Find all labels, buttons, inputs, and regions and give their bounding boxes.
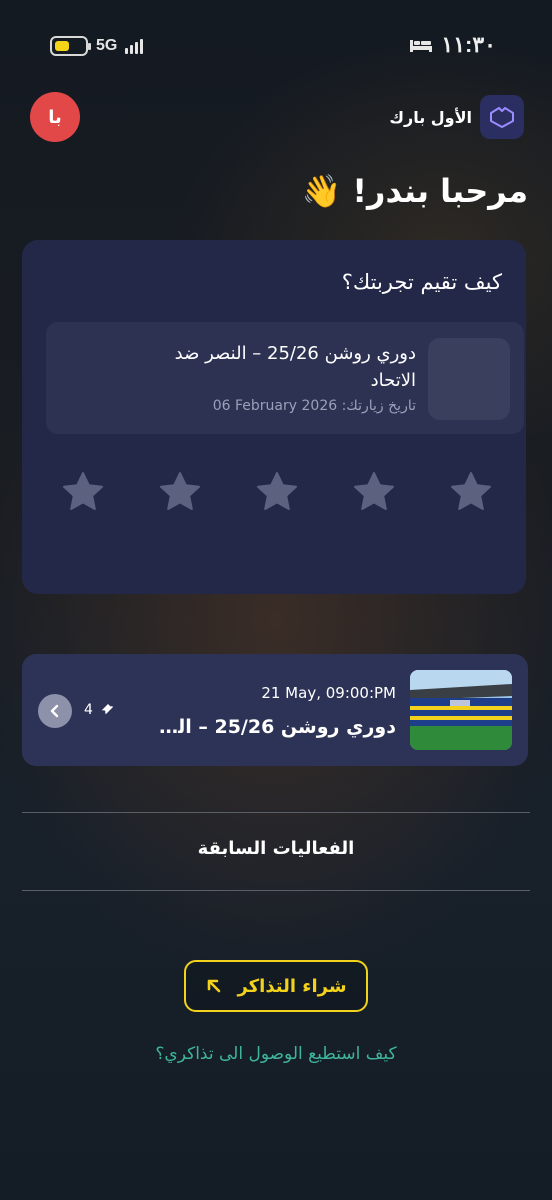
past-events-link[interactable]: الفعاليات السابقة <box>0 838 552 859</box>
arrow-up-left-icon <box>208 979 221 993</box>
star-rating <box>58 468 496 516</box>
star-icon[interactable] <box>446 468 496 516</box>
buy-tickets-button[interactable]: شراء التذاكر <box>184 960 368 1012</box>
ticket-count: 4 <box>84 702 115 718</box>
ticket-count-value: 4 <box>84 702 93 718</box>
event-datetime: 21 May, 09:00:PM <box>261 684 396 702</box>
status-bar: 5G ١١:٣٠ <box>0 0 552 92</box>
visit-title: دوري روشن 25/26 – النصر ضد الاتحاد <box>174 343 416 391</box>
ticket-icon <box>100 704 113 714</box>
signal-icon <box>125 38 144 54</box>
event-card[interactable]: 21 May, 09:00:PM دوري روشن 25/26 – الذ..… <box>22 654 528 766</box>
rating-question: كيف تقيم تجربتك؟ <box>341 270 502 294</box>
help-link[interactable]: كيف استطيع الوصول الى تذاكري؟ <box>0 1044 552 1064</box>
brand-logo-icon <box>480 95 524 139</box>
star-icon[interactable] <box>155 468 205 516</box>
visit-date-value: 06 February 2026 <box>212 398 338 414</box>
star-icon[interactable] <box>349 468 399 516</box>
brand: الأول بارك <box>389 95 524 139</box>
status-left: 5G <box>50 36 144 56</box>
star-icon[interactable] <box>58 468 108 516</box>
event-thumbnail <box>410 670 512 750</box>
bed-icon <box>410 40 433 52</box>
avatar[interactable]: با <box>30 92 80 142</box>
event-title: دوري روشن 25/26 – الذ... <box>156 716 396 738</box>
divider <box>22 890 530 891</box>
avatar-initials: با <box>48 106 62 128</box>
visit-date-label: تاريخ زيارتك: <box>341 398 416 414</box>
visit-date: تاريخ زيارتك: 06 February 2026 <box>213 398 416 414</box>
greeting: مرحبا بندر! 👋 <box>301 172 528 210</box>
battery-icon <box>50 36 91 56</box>
network-type: 5G <box>96 37 118 54</box>
chevron-left-icon[interactable] <box>38 694 72 728</box>
visit-thumbnail <box>428 338 510 420</box>
buy-tickets-label: شراء التذاكر <box>237 975 347 997</box>
divider <box>22 812 530 813</box>
status-right: ١١:٣٠ <box>409 32 496 58</box>
star-icon[interactable] <box>252 468 302 516</box>
brand-name: الأول بارك <box>389 107 472 127</box>
rating-card: كيف تقيم تجربتك؟ دوري روشن 25/26 – النصر… <box>22 240 526 594</box>
visit-info: دوري روشن 25/26 – النصر ضد الاتحاد تاريخ… <box>46 322 524 434</box>
clock: ١١:٣٠ <box>441 32 496 57</box>
